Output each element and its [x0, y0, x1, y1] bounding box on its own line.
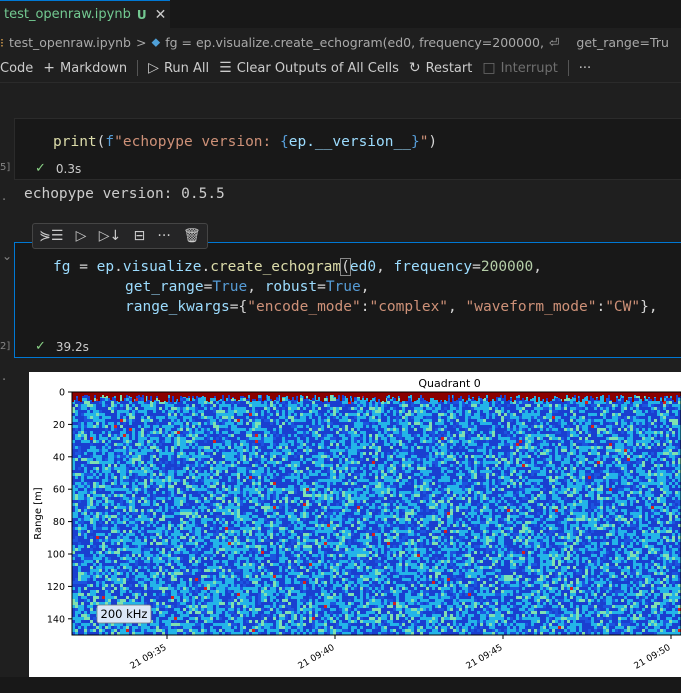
cell2-exec-status: ✓ 39.2s	[35, 339, 89, 354]
wrap-icon: ⏎	[548, 34, 560, 50]
breadcrumb-file[interactable]: test_openraw.ipynb	[9, 35, 131, 50]
python-icon: ⬥	[151, 34, 161, 49]
tab-test-openraw[interactable]: test_openraw.ipynb U ✕	[0, 0, 171, 28]
add-markdown-button[interactable]: + Markdown	[43, 60, 127, 76]
echogram-output: Quadrant 0 0 20 40 60 80 100 120 140 Range [m] 21 …	[29, 372, 681, 677]
y-tick-label: 140	[47, 614, 65, 625]
collapse-chevron-icon[interactable]: ⌄	[2, 249, 12, 263]
y-axis-label: Range [m]	[33, 487, 44, 540]
breadcrumb-separator: >	[135, 34, 147, 50]
untracked-badge: U	[136, 7, 147, 22]
more-actions-button[interactable]: ···	[579, 61, 591, 76]
notebook-icon: ⁝	[0, 34, 4, 50]
success-check-icon: ✓	[35, 339, 46, 354]
clear-all-icon: ☰	[219, 60, 232, 76]
output1-gutter: .	[2, 189, 7, 204]
cell2-code[interactable]: fg = ep.visualize.create_echogram(ed0, f…	[53, 257, 658, 317]
x-tick-label: 21 09:50	[633, 643, 673, 672]
restart-label: Restart	[425, 60, 473, 76]
x-tick-label: 21 09:40	[297, 643, 337, 672]
code-cell-2[interactable]: fg = ep.visualize.create_echogram(ed0, f…	[14, 242, 681, 358]
cell-toolbar: ⋟☰ ▷ ▷↓ ⊟ ··· 🗑	[32, 223, 208, 249]
interrupt-button[interactable]: □ Interrupt	[482, 60, 557, 76]
tab-bar: test_openraw.ipynb U ✕	[0, 0, 681, 28]
clear-outputs-label: Clear Outputs of All Cells	[236, 60, 399, 76]
y-tick-label: 60	[53, 485, 65, 496]
cell2-time: 39.2s	[55, 339, 89, 354]
stop-icon: □	[482, 60, 496, 76]
notebook-toolbar: Code + Markdown ▷ Run All ☰ Clear Outputs o…	[0, 54, 681, 83]
execute-below-icon[interactable]: ▷↓	[99, 228, 122, 244]
x-tick-label: 21 09:35	[129, 643, 169, 672]
toolbar-divider	[137, 60, 139, 76]
add-code-button[interactable]: Code	[0, 61, 33, 76]
cell1-exec-status: ✓ 0.3s	[35, 161, 81, 176]
restart-icon: ↻	[408, 60, 421, 76]
frequency-annotation: 200 kHz	[101, 607, 148, 621]
run-all-icon: ▷	[148, 60, 159, 76]
interrupt-label: Interrupt	[500, 60, 558, 76]
code-cell-1[interactable]: print(f"echopype version: {ep.__version_…	[14, 118, 681, 180]
cell1-time: 0.3s	[55, 161, 82, 176]
add-code-label: Code	[0, 60, 34, 76]
restart-button[interactable]: ↻ Restart	[409, 60, 472, 76]
close-icon[interactable]: ✕	[155, 7, 167, 23]
y-tick-label: 40	[53, 452, 65, 463]
cell1-code[interactable]: print(f"echopype version: {ep.__version_…	[53, 132, 437, 152]
delete-icon[interactable]: 🗑	[183, 228, 201, 244]
breadcrumb-rest: get_range=Tru	[576, 34, 669, 50]
status-bar	[0, 677, 681, 693]
cell1-output: echopype version: 0.5.5	[24, 186, 225, 202]
x-tick-label: 21 09:45	[465, 643, 505, 672]
breadcrumb-cell[interactable]: fg = ep.visualize.create_echogram(ed0, f…	[165, 35, 544, 50]
clear-outputs-button[interactable]: ☰ Clear Outputs of All Cells	[219, 60, 399, 76]
more-icon[interactable]: ···	[157, 228, 170, 244]
chart-title: Quadrant 0	[418, 377, 480, 390]
y-tick-label: 100	[47, 550, 65, 561]
run-all-button[interactable]: ▷ Run All	[148, 60, 209, 76]
success-check-icon: ✓	[35, 161, 46, 176]
y-tick-label: 120	[47, 582, 65, 593]
cell2-gutter: 2]	[0, 341, 11, 352]
split-cell-icon[interactable]: ⊟	[133, 228, 145, 244]
run-by-line-icon[interactable]: ⋟☰	[39, 228, 63, 244]
toolbar-divider	[567, 60, 569, 76]
y-tick-label: 80	[53, 517, 65, 528]
echogram-chart: Quadrant 0 0 20 40 60 80 100 120 140 Range [m] 21 …	[33, 377, 681, 672]
execute-above-icon[interactable]: ▷	[76, 228, 87, 244]
output2-gutter: .	[2, 369, 7, 384]
more-icon: ···	[578, 60, 592, 76]
run-all-label: Run All	[163, 60, 210, 76]
add-markdown-label: Markdown	[60, 60, 128, 76]
plus-icon: +	[43, 60, 56, 76]
tab-label: test_openraw.ipynb	[4, 7, 131, 22]
cell1-gutter: 5]	[0, 162, 11, 173]
breadcrumb: ⁝ test_openraw.ipynb > ⬥ fg = ep.visuali…	[0, 31, 674, 53]
y-tick-label: 0	[59, 388, 65, 399]
y-tick-label: 20	[53, 420, 65, 431]
